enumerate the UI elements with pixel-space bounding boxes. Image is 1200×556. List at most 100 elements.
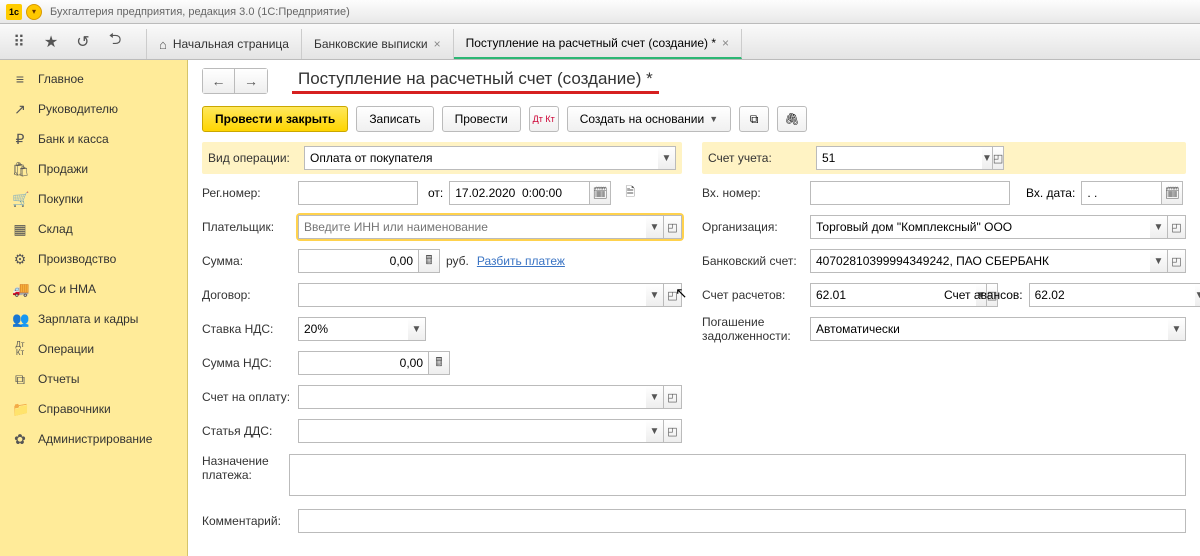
tab-bank-statements[interactable]: Банковские выписки × xyxy=(302,29,454,59)
open-button[interactable]: ◰ xyxy=(993,146,1004,170)
bank-account-input[interactable] xyxy=(810,249,1150,273)
account-label: Счет учета: xyxy=(708,151,816,165)
dtkt-button[interactable]: Дт Кт xyxy=(529,106,559,132)
reg-date-input[interactable] xyxy=(449,181,589,205)
tab-home-label: Начальная страница xyxy=(173,37,289,51)
vat-sum-input[interactable] xyxy=(298,351,428,375)
sidebar-item-admin[interactable]: ✿ Администрирование xyxy=(0,424,187,454)
sidebar-item-purchases[interactable]: 🛒Покупки xyxy=(0,184,187,214)
apps-grid-icon[interactable]: ⠿ xyxy=(10,33,28,51)
sidebar-item-reports[interactable]: ⧉Отчеты xyxy=(0,364,187,394)
sidebar-item-label: Покупки xyxy=(38,192,83,206)
doc-status-icon: 🗎 xyxy=(619,181,641,205)
post-and-close-button[interactable]: Провести и закрыть xyxy=(202,106,348,132)
advance-account-input[interactable] xyxy=(1029,283,1195,307)
sidebar-item-operations[interactable]: Дт КтОперации xyxy=(0,334,187,364)
calculator-icon[interactable]: 🖩 xyxy=(428,351,450,375)
tab-home[interactable]: ⌂ Начальная страница xyxy=(146,29,302,59)
settings-icon: ✿ xyxy=(12,431,28,448)
dropdown-button[interactable]: ▼ xyxy=(1195,283,1200,307)
sidebar-item-salary[interactable]: 👥Зарплата и кадры xyxy=(0,304,187,334)
sidebar-item-label: Продажи xyxy=(38,162,88,176)
dropdown-button[interactable]: ▼ xyxy=(646,283,664,307)
sidebar-item-label: Производство xyxy=(38,252,116,266)
link-icon[interactable]: ⮌ xyxy=(106,33,124,51)
history-icon[interactable]: ↺ xyxy=(74,33,92,51)
tab-label: Банковские выписки xyxy=(314,37,428,51)
debt-repayment-label: Погашениезадолженности: xyxy=(702,315,810,343)
account-input[interactable] xyxy=(816,146,982,170)
calculator-icon[interactable]: 🖩 xyxy=(418,249,440,273)
split-payment-link[interactable]: Разбить платеж xyxy=(477,254,565,268)
close-icon[interactable]: × xyxy=(722,36,729,50)
sidebar-item-sales[interactable]: 🛍Продажи xyxy=(0,154,187,184)
save-button[interactable]: Записать xyxy=(356,106,433,132)
reg-number-label: Рег.номер: xyxy=(202,186,298,200)
create-based-on-button[interactable]: Создать на основании▼ xyxy=(567,106,731,132)
sidebar-item-warehouse[interactable]: ▦Склад xyxy=(0,214,187,244)
open-button[interactable]: ◰ xyxy=(664,283,682,307)
dropdown-button[interactable]: ▼ xyxy=(646,385,664,409)
open-button[interactable]: ◰ xyxy=(664,385,682,409)
dtkt-icon: Дт Кт xyxy=(533,114,555,124)
close-icon[interactable]: × xyxy=(434,37,441,51)
currency-label: руб. xyxy=(446,254,469,268)
tab-receipt-create[interactable]: Поступление на расчетный счет (создание)… xyxy=(454,29,742,59)
sidebar-item-production[interactable]: ⚙Производство xyxy=(0,244,187,274)
sidebar-item-label: Склад xyxy=(38,222,73,236)
open-button[interactable]: ◰ xyxy=(1168,249,1186,273)
comment-input[interactable] xyxy=(298,509,1186,533)
in-number-label: Вх. номер: xyxy=(702,186,810,200)
contract-input[interactable] xyxy=(298,283,646,307)
structure-button[interactable]: ⧉ xyxy=(739,106,769,132)
sidebar-item-assets[interactable]: 🚚ОС и НМА xyxy=(0,274,187,304)
purpose-label: Назначениеплатежа: xyxy=(202,454,289,482)
dropdown-button[interactable]: ▼ xyxy=(408,317,426,341)
settlement-account-label: Счет расчетов: xyxy=(702,288,810,302)
payment-purpose-input[interactable] xyxy=(289,454,1186,496)
star-icon[interactable]: ★ xyxy=(42,33,60,51)
in-date-label: Вх. дата: xyxy=(1026,186,1075,200)
dropdown-button[interactable]: ▼ xyxy=(1150,249,1168,273)
ruble-icon: ₽ xyxy=(12,131,28,148)
organization-input[interactable] xyxy=(810,215,1150,239)
invoice-input[interactable] xyxy=(298,385,646,409)
sum-input[interactable] xyxy=(298,249,418,273)
operation-type-input[interactable] xyxy=(304,146,658,170)
dropdown-button[interactable]: ▼ xyxy=(1168,317,1186,341)
dropdown-button[interactable]: ▼ xyxy=(658,146,676,170)
organization-label: Организация: xyxy=(702,220,810,234)
dropdown-button[interactable]: ▼ xyxy=(1150,215,1168,239)
calendar-icon[interactable]: 🗓 xyxy=(589,181,611,205)
sidebar-item-label: Операции xyxy=(38,342,94,356)
debt-repayment-input[interactable] xyxy=(810,317,1168,341)
sidebar-item-catalogs[interactable]: 📁Справочники xyxy=(0,394,187,424)
dropdown-button[interactable]: ▼ xyxy=(646,419,664,443)
command-bar: Провести и закрыть Записать Провести Дт … xyxy=(202,106,1186,132)
payer-input[interactable] xyxy=(298,215,646,239)
forward-button[interactable]: → xyxy=(235,69,267,93)
open-button[interactable]: ◰ xyxy=(664,215,682,239)
sidebar-item-bank[interactable]: ₽Банк и касса xyxy=(0,124,187,154)
dropdown-button[interactable]: ▼ xyxy=(646,215,664,239)
dropdown-button[interactable]: ▼ xyxy=(982,146,993,170)
in-number-input[interactable] xyxy=(810,181,1010,205)
open-button[interactable]: ◰ xyxy=(664,419,682,443)
sidebar-item-label: Администрирование xyxy=(38,432,152,446)
attach-button[interactable]: 🖇 xyxy=(777,106,807,132)
vat-rate-label: Ставка НДС: xyxy=(202,322,298,336)
vat-rate-input[interactable] xyxy=(298,317,408,341)
folder-icon: 📁 xyxy=(12,401,28,418)
app-logo-icon: 1c xyxy=(6,4,22,20)
in-date-input[interactable] xyxy=(1081,181,1161,205)
post-button[interactable]: Провести xyxy=(442,106,521,132)
navigation-arrows: ← → xyxy=(202,68,268,94)
dds-input[interactable] xyxy=(298,419,646,443)
sidebar-item-manager[interactable]: ↗Руководителю xyxy=(0,94,187,124)
open-button[interactable]: ◰ xyxy=(1168,215,1186,239)
sidebar-item-main[interactable]: ≡Главное xyxy=(0,64,187,94)
reg-number-input[interactable] xyxy=(298,181,418,205)
calendar-icon[interactable]: 🗓 xyxy=(1161,181,1183,205)
back-button[interactable]: ← xyxy=(203,69,235,93)
app-menu-dropdown-icon[interactable]: ▾ xyxy=(26,4,42,20)
